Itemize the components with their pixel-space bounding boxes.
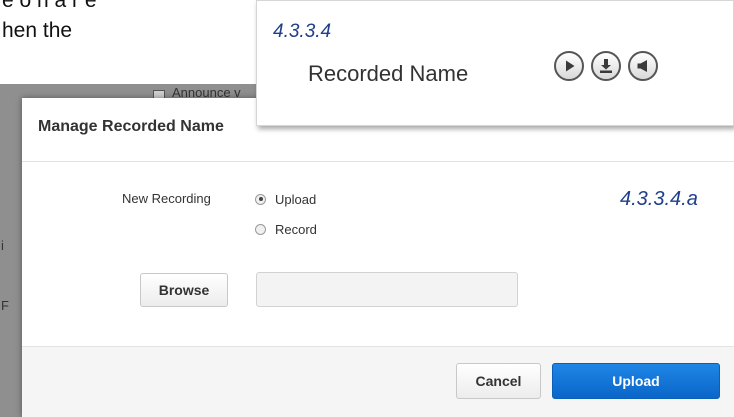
download-icon[interactable] — [591, 51, 621, 81]
speaker-icon[interactable] — [628, 51, 658, 81]
dialog-title: Manage Recorded Name — [38, 118, 224, 135]
record-radio-option[interactable]: Record — [255, 221, 317, 237]
file-path-input[interactable] — [256, 272, 518, 307]
dialog-reference-label: 4.3.3.4.a — [620, 188, 698, 210]
manage-recorded-name-dialog: Manage Recorded Name New Recording Uploa… — [22, 98, 734, 417]
recorded-name-callout: 4.3.3.4 Recorded Name — [256, 0, 734, 126]
cancel-button[interactable]: Cancel — [456, 363, 541, 399]
background-edge-text: i — [1, 238, 4, 253]
dialog-footer: Cancel Upload — [22, 346, 734, 417]
upload-button[interactable]: Upload — [552, 363, 720, 399]
upload-radio-label: Upload — [275, 191, 317, 207]
record-radio[interactable] — [255, 223, 266, 235]
new-recording-label: New Recording — [122, 191, 211, 206]
screenshot-stage: e o n a r e hen the Announce v i F Manag… — [0, 0, 734, 417]
recorded-name-actions — [554, 51, 658, 81]
upload-radio-option[interactable]: Upload — [255, 191, 316, 207]
callout-reference-label: 4.3.3.4 — [273, 21, 332, 42]
document-text-line-2: hen the — [2, 19, 73, 42]
play-icon[interactable] — [554, 51, 584, 81]
upload-radio[interactable] — [255, 193, 266, 205]
record-radio-label: Record — [275, 221, 317, 237]
browse-button[interactable]: Browse — [140, 273, 228, 307]
recorded-name-label: Recorded Name — [308, 61, 469, 86]
document-text-line-1: e o n a r e — [2, 0, 97, 12]
background-edge-text: F — [1, 298, 9, 313]
